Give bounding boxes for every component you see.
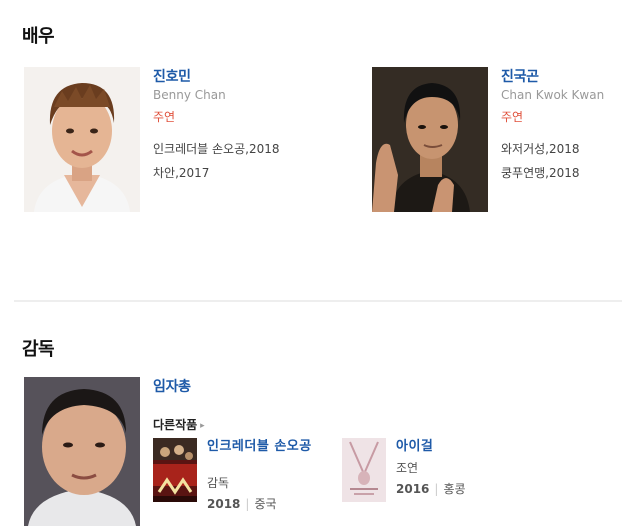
- actor-role-1: 주연: [153, 110, 176, 124]
- actor-name-2[interactable]: 진국곤: [501, 66, 539, 86]
- actor-role-2: 주연: [501, 110, 524, 124]
- film-role-1: 감독: [207, 476, 230, 490]
- section-divider: [14, 300, 622, 302]
- actor-work-2-2[interactable]: 쿵푸연맹,2018: [501, 164, 580, 181]
- film-meta-1: 2018 | 중국: [207, 495, 277, 512]
- actor-english-name-1: Benny Chan: [153, 88, 226, 102]
- film-year-1: 2018: [207, 497, 241, 511]
- actor-work-1-1[interactable]: 인크레더블 손오공,2018: [153, 140, 280, 157]
- other-works-label[interactable]: 다른작품 ▸: [153, 416, 205, 433]
- movie-poster-image: [342, 438, 386, 502]
- actor-portrait-image: [24, 67, 140, 212]
- film-country-1: 중국: [254, 497, 277, 511]
- chevron-right-icon: ▸: [200, 421, 205, 431]
- cast-section-title: 배우: [22, 26, 55, 47]
- actor-work-1-2[interactable]: 차안,2017: [153, 164, 209, 181]
- meta-separator: |: [434, 482, 439, 496]
- director-photo[interactable]: [24, 377, 140, 526]
- movie-poster-image: [153, 438, 197, 502]
- meta-separator: |: [245, 497, 250, 511]
- film-year-2: 2016: [396, 482, 430, 496]
- actor-photo-2[interactable]: [372, 67, 488, 212]
- film-title-1[interactable]: 인크레더블 손오공: [207, 439, 325, 455]
- director-section-title: 감독: [22, 339, 55, 360]
- actor-work-2-1[interactable]: 와저거성,2018: [501, 140, 580, 157]
- actor-name-1[interactable]: 진호민: [153, 66, 191, 86]
- film-poster-1[interactable]: [153, 438, 197, 502]
- actor-english-name-2: Chan Kwok Kwan: [501, 88, 605, 102]
- film-title-2[interactable]: 아이걸: [396, 439, 514, 455]
- actor-photo-1[interactable]: [24, 67, 140, 212]
- director-portrait-image: [24, 377, 140, 526]
- actor-portrait-image: [372, 67, 488, 212]
- film-meta-2: 2016 | 홍콩: [396, 480, 466, 497]
- film-role-2: 조연: [396, 461, 419, 475]
- director-name[interactable]: 임자총: [153, 376, 191, 396]
- film-country-2: 홍콩: [443, 482, 466, 496]
- film-poster-2[interactable]: [342, 438, 386, 502]
- other-works-label-text: 다른작품: [153, 418, 198, 432]
